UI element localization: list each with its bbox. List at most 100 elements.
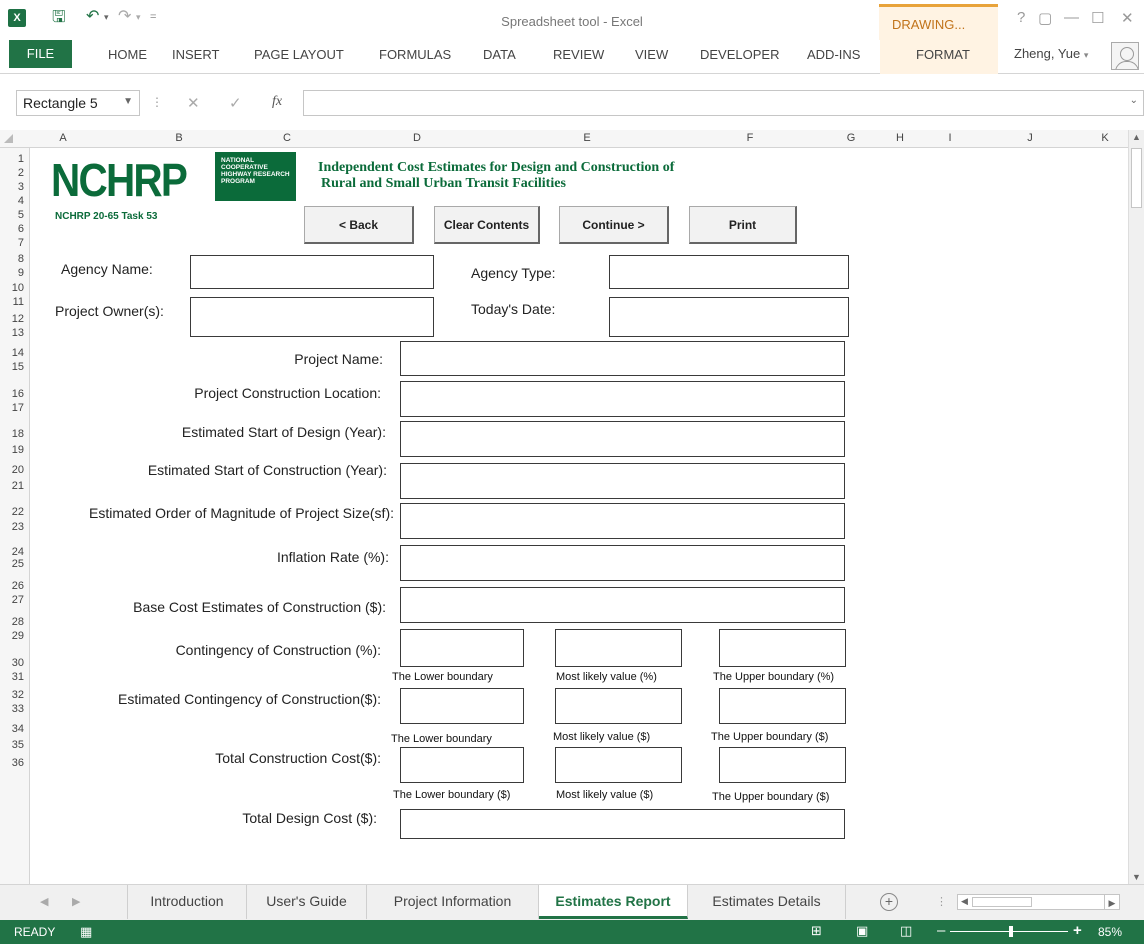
row-header[interactable]: 5 (0, 209, 24, 221)
order-magnitude-field[interactable] (400, 503, 845, 539)
row-header[interactable]: 15 (0, 361, 24, 373)
sheet-tab-users-guide[interactable]: User's Guide (247, 885, 367, 919)
total-construction-likely-field[interactable] (555, 747, 682, 783)
row-header[interactable]: 17 (0, 402, 24, 414)
contingency-est-likely-field[interactable] (555, 688, 682, 724)
tab-split-grip-icon[interactable]: ⋮ (936, 895, 947, 908)
user-name[interactable]: Zheng, Yue ▾ (1014, 46, 1088, 61)
close-button[interactable]: ✕ (1121, 9, 1134, 27)
tab-formulas[interactable]: FORMULAS (379, 47, 451, 62)
continue-button[interactable]: Continue > (559, 206, 669, 244)
row-header[interactable]: 6 (0, 223, 24, 235)
tab-data[interactable]: DATA (483, 47, 516, 62)
vertical-scroll-thumb[interactable] (1131, 148, 1142, 208)
row-header[interactable]: 35 (0, 739, 24, 751)
column-header-d[interactable]: D (312, 132, 522, 144)
maximize-button[interactable]: ☐ (1091, 9, 1104, 27)
zoom-slider-handle[interactable] (1009, 926, 1013, 937)
scroll-left-icon[interactable]: ◀ (961, 896, 968, 907)
prev-sheet-icon[interactable]: ◀ (40, 895, 48, 908)
vertical-scrollbar[interactable]: ▲ ▼ (1128, 130, 1144, 884)
column-header-k[interactable]: K (1085, 132, 1125, 144)
total-construction-lower-field[interactable] (400, 747, 524, 783)
scroll-down-icon[interactable]: ▼ (1132, 872, 1141, 882)
sheet-tab-estimates-details[interactable]: Estimates Details (688, 885, 846, 919)
row-header[interactable]: 14 (0, 347, 24, 359)
formula-input[interactable] (303, 90, 1144, 116)
enter-icon[interactable]: ✓ (229, 94, 242, 112)
row-header[interactable]: 10 (0, 282, 24, 294)
insert-function-icon[interactable]: fx (272, 94, 282, 110)
start-design-field[interactable] (400, 421, 845, 457)
column-header-i[interactable]: I (915, 132, 985, 144)
column-header-g[interactable]: G (843, 132, 859, 144)
contingency-est-upper-field[interactable] (719, 688, 846, 724)
row-header[interactable]: 9 (0, 267, 24, 279)
expand-formula-bar-icon[interactable]: ⌄ (1130, 95, 1138, 106)
row-header[interactable]: 24 (0, 546, 24, 558)
row-header[interactable]: 34 (0, 723, 24, 735)
row-header[interactable]: 4 (0, 195, 24, 207)
todays-date-field[interactable] (609, 297, 849, 337)
row-header[interactable]: 3 (0, 181, 24, 193)
row-header[interactable]: 20 (0, 464, 24, 476)
column-header-h[interactable]: H (885, 132, 915, 144)
project-owner-field[interactable] (190, 297, 434, 337)
row-header[interactable]: 1 (0, 153, 24, 165)
tab-add-ins[interactable]: ADD-INS (807, 47, 860, 62)
contingency-pct-upper-field[interactable] (719, 629, 846, 667)
row-header[interactable]: 7 (0, 237, 24, 249)
row-header[interactable]: 27 (0, 594, 24, 606)
row-header[interactable]: 11 (0, 296, 24, 308)
row-header[interactable]: 32 (0, 689, 24, 701)
row-header[interactable]: 31 (0, 671, 24, 683)
row-header[interactable]: 12 (0, 313, 24, 325)
inflation-rate-field[interactable] (400, 545, 845, 581)
column-header-a[interactable]: A (30, 132, 96, 144)
row-header[interactable]: 21 (0, 480, 24, 492)
column-header-f[interactable]: F (652, 132, 848, 144)
tab-insert[interactable]: INSERT (172, 47, 219, 62)
row-header[interactable]: 29 (0, 630, 24, 642)
tab-developer[interactable]: DEVELOPER (700, 47, 779, 62)
zoom-level[interactable]: 85% (1098, 925, 1122, 939)
tab-home[interactable]: HOME (108, 47, 147, 62)
tab-view[interactable]: VIEW (635, 47, 668, 62)
column-header-b[interactable]: B (96, 132, 262, 144)
column-header-c[interactable]: C (262, 132, 312, 144)
contingency-pct-likely-field[interactable] (555, 629, 682, 667)
project-name-field[interactable] (400, 341, 845, 376)
clear-contents-button[interactable]: Clear Contents (434, 206, 540, 244)
row-header[interactable]: 19 (0, 444, 24, 456)
row-header[interactable]: 25 (0, 558, 24, 570)
sheet-tab-introduction[interactable]: Introduction (127, 885, 247, 919)
row-header[interactable]: 28 (0, 616, 24, 628)
row-header[interactable]: 26 (0, 580, 24, 592)
add-sheet-icon[interactable]: + (880, 893, 898, 911)
tab-review[interactable]: REVIEW (553, 47, 604, 62)
horizontal-scroll-thumb[interactable] (972, 897, 1032, 907)
ribbon-display-button[interactable]: ▢ (1038, 9, 1052, 27)
name-box-dropdown-icon[interactable]: ▼ (123, 96, 133, 107)
normal-view-icon[interactable]: ⊞ (811, 923, 822, 939)
next-sheet-icon[interactable]: ▶ (72, 895, 80, 908)
name-box[interactable]: Rectangle 5 ▼ (16, 90, 140, 116)
help-button[interactable]: ? (1017, 9, 1025, 26)
agency-type-field[interactable] (609, 255, 849, 289)
minimize-button[interactable]: — (1064, 9, 1079, 26)
total-construction-upper-field[interactable] (719, 747, 846, 783)
construction-location-field[interactable] (400, 381, 845, 417)
page-break-view-icon[interactable]: ◫ (900, 923, 912, 939)
scroll-right-icon[interactable]: ▶ (1104, 894, 1120, 910)
avatar[interactable] (1111, 42, 1139, 70)
zoom-in-icon[interactable]: + (1073, 922, 1082, 939)
page-layout-view-icon[interactable]: ▣ (856, 923, 868, 939)
tab-file[interactable]: FILE (9, 40, 72, 68)
agency-name-field[interactable] (190, 255, 434, 289)
contingency-pct-lower-field[interactable] (400, 629, 524, 667)
base-cost-field[interactable] (400, 587, 845, 623)
sheet-tab-estimates-report[interactable]: Estimates Report (539, 885, 688, 919)
macro-recording-icon[interactable]: ▦ (80, 924, 92, 940)
start-construction-field[interactable] (400, 463, 845, 499)
row-header[interactable]: 18 (0, 428, 24, 440)
